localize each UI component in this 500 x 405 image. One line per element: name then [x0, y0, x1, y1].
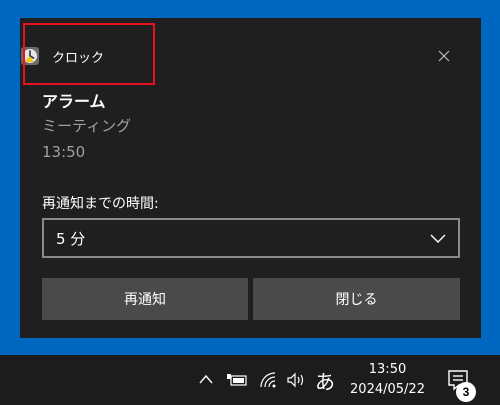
dismiss-button[interactable]: 閉じる — [253, 278, 460, 320]
ime-indicator[interactable]: あ — [313, 365, 337, 395]
snooze-time-select[interactable]: 5 分 — [42, 218, 460, 258]
alarm-time: 13:50 — [42, 143, 86, 161]
toast-title: アラーム — [42, 92, 106, 111]
show-hidden-icons-button[interactable] — [197, 370, 215, 388]
clock-icon — [20, 46, 40, 66]
notification-count-badge: 3 — [456, 382, 476, 402]
app-name: クロック — [52, 50, 105, 66]
network-button[interactable] — [259, 370, 279, 390]
clock-time: 13:50 — [368, 362, 407, 377]
toast-app-header: クロック — [20, 40, 104, 72]
chevron-down-icon — [430, 234, 446, 243]
volume-button[interactable] — [286, 370, 306, 390]
close-button[interactable] — [431, 45, 457, 67]
taskbar-clock[interactable]: 13:50 2024/05/22 — [345, 360, 430, 400]
battery-icon — [227, 374, 247, 386]
volume-icon — [287, 372, 304, 388]
snooze-selected-value: 5 分 — [56, 229, 86, 248]
close-icon — [438, 50, 450, 62]
snooze-label: 再通知までの時間: — [42, 196, 159, 212]
snooze-button[interactable]: 再通知 — [42, 278, 248, 320]
wifi-icon — [260, 372, 276, 388]
clock-date: 2024/05/22 — [350, 382, 425, 397]
chevron-up-icon — [199, 374, 213, 384]
toast-subtitle: ミーティング — [42, 117, 132, 135]
battery-button[interactable] — [226, 371, 248, 389]
taskbar: あ 13:50 2024/05/22 — [0, 355, 500, 405]
